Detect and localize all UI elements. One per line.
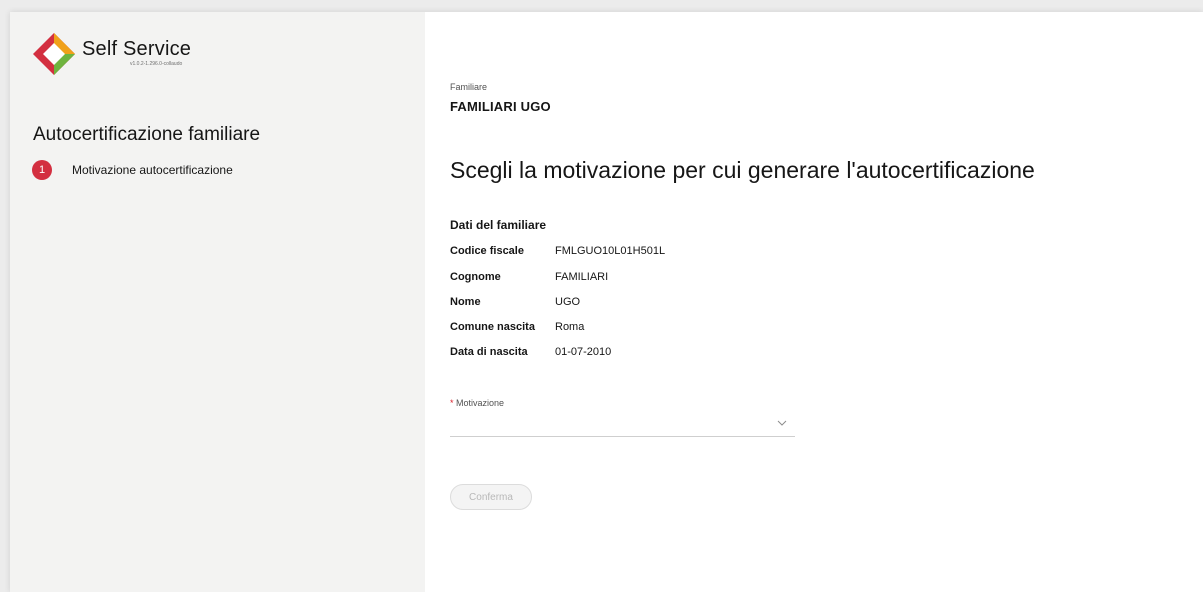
data-row-nome: Nome UGO [450,296,580,308]
app-name: Self Service [82,38,192,60]
step-item-motivazione[interactable]: 1 Motivazione autocertificazione [32,160,233,180]
data-key: Comune nascita [450,321,535,333]
motivazione-label-text: Motivazione [456,398,505,408]
data-row-codice-fiscale: Codice fiscale FMLGUO10L01H501L [450,245,665,257]
main-content: Familiare FAMILIARI UGO Scegli la motiva… [425,12,1203,592]
required-marker: * [450,398,454,408]
data-key: Nome [450,296,481,308]
data-value: 01-07-2010 [555,346,612,358]
data-row-comune-nascita: Comune nascita Roma [450,321,584,333]
data-value: Roma [555,321,585,333]
app-window: Self Service v1.0.2-1.296.0-collaudo Aut… [10,12,1203,592]
sidebar: Self Service v1.0.2-1.296.0-collaudo Aut… [10,12,425,592]
chevron-down-icon [777,420,787,426]
sidebar-title: Autocertificazione familiare [33,124,261,145]
step-number-badge: 1 [32,160,52,180]
motivazione-select[interactable] [450,412,795,437]
data-key: Cognome [450,271,501,283]
section-title: Dati del familiare [450,218,547,232]
familiare-name: FAMILIARI UGO [450,99,551,114]
data-key: Data di nascita [450,346,528,358]
self-service-logo [33,33,75,75]
app-version: v1.0.2-1.296.0-collaudo [130,61,183,67]
confirm-button[interactable]: Conferma [450,484,532,510]
page-title: Scegli la motivazione per cui generare l… [450,157,1035,183]
data-value: UGO [555,296,581,308]
data-row-cognome: Cognome FAMILIARI [450,271,608,283]
data-value: FAMILIARI [555,271,609,283]
step-label: Motivazione autocertificazione [72,163,233,177]
familiare-label: Familiare [450,82,488,92]
motivazione-label: * Motivazione [450,398,504,408]
data-row-data-nascita: Data di nascita 01-07-2010 [450,346,611,358]
data-value: FMLGUO10L01H501L [555,245,666,257]
data-key: Codice fiscale [450,245,524,257]
